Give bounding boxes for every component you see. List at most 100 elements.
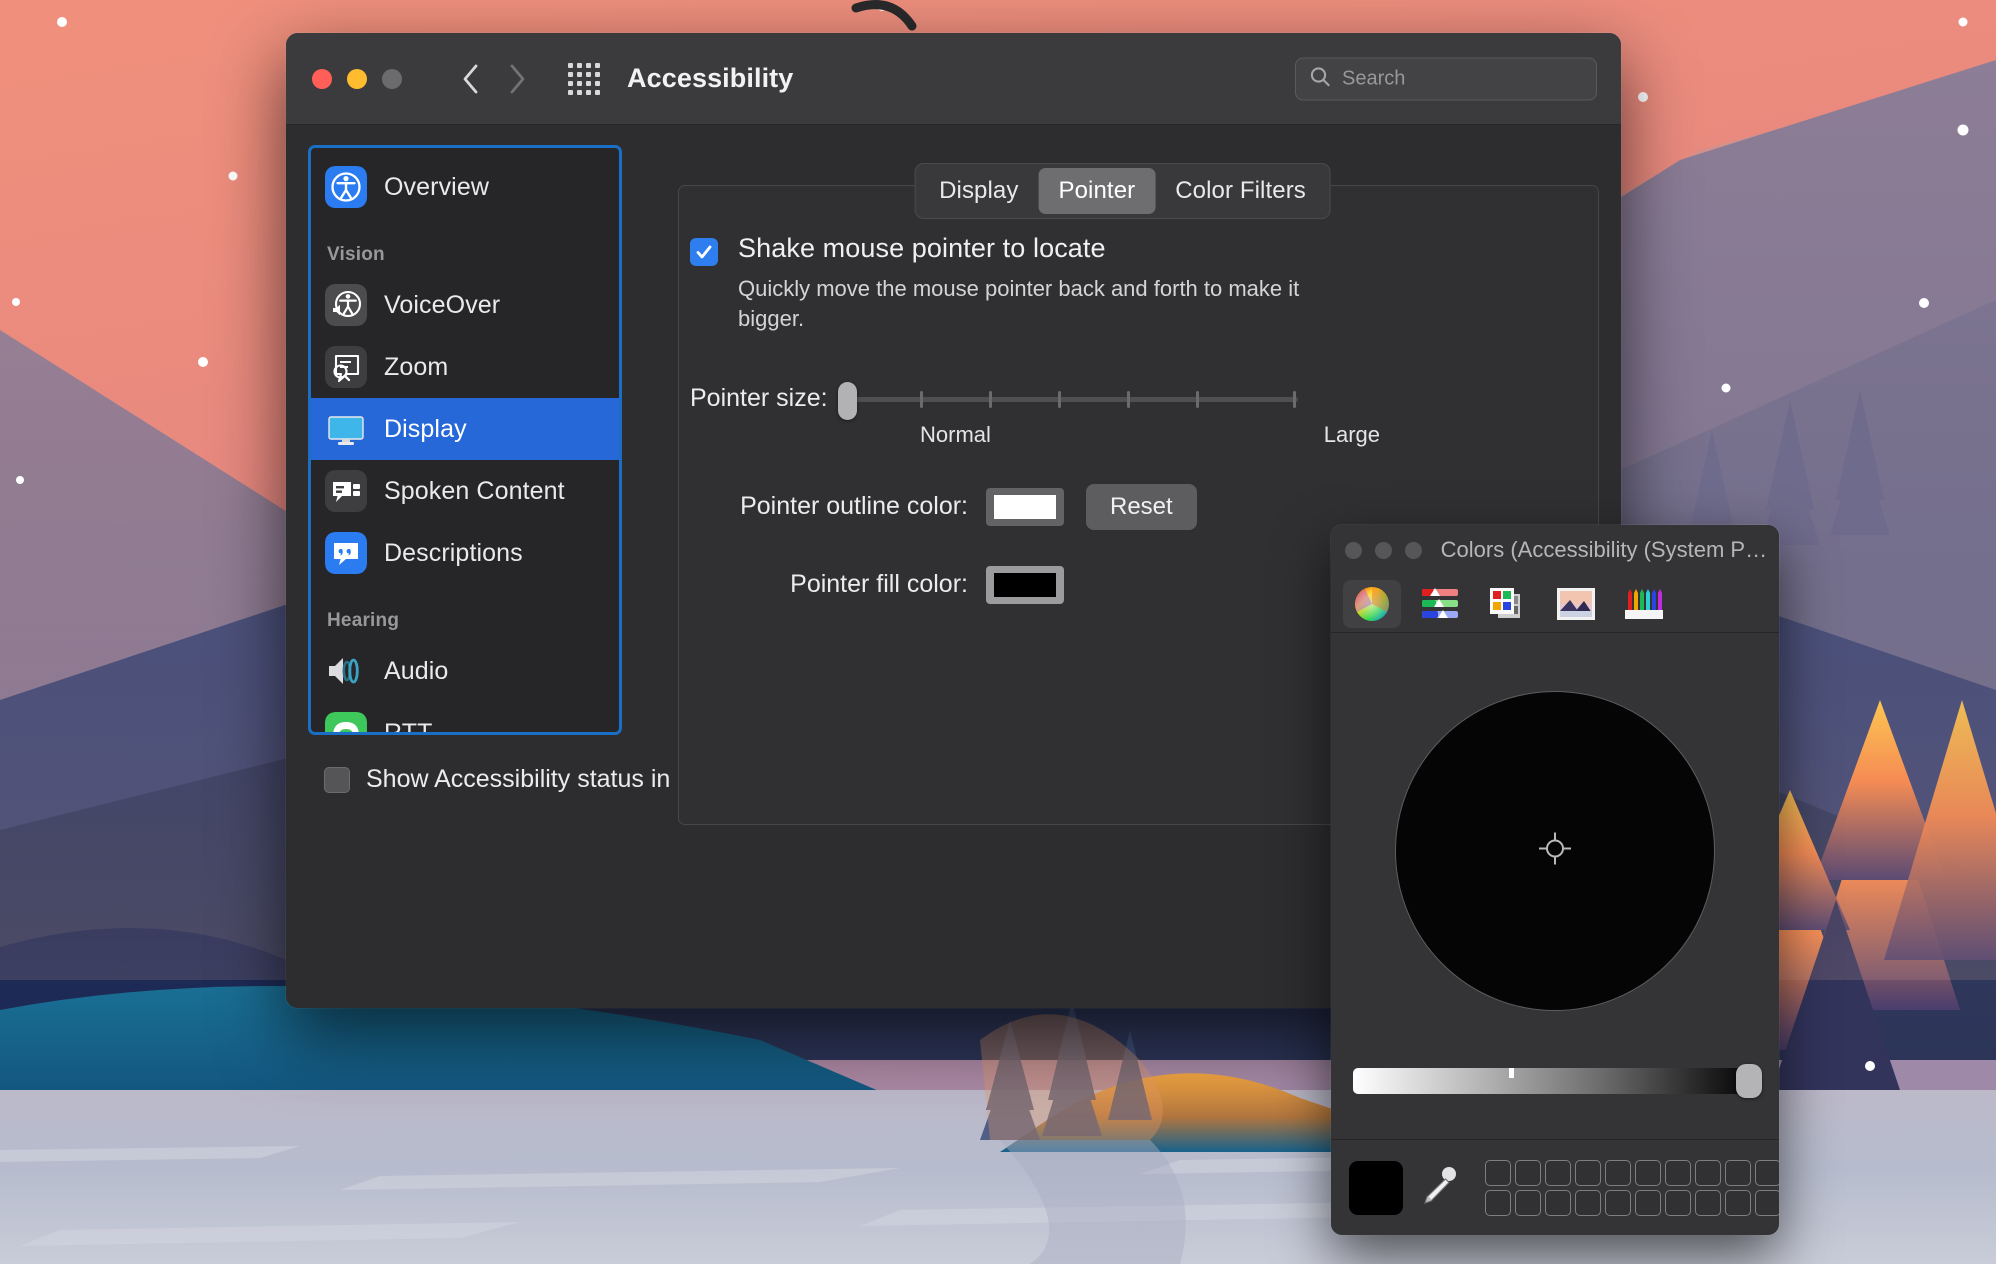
pointer-fill-color-well[interactable] <box>986 566 1064 604</box>
brightness-slider[interactable] <box>1331 1068 1779 1094</box>
swatch-well[interactable] <box>1725 1160 1751 1186</box>
page-title: Accessibility <box>627 63 793 94</box>
colors-panel-title: Colors (Accessibility (System P… <box>1441 537 1765 563</box>
swatch-well[interactable] <box>1575 1160 1601 1186</box>
color-wheel-icon[interactable] <box>1343 580 1401 628</box>
pointer-outline-color-label: Pointer outline color: <box>690 492 968 521</box>
pointer-outline-color-well[interactable] <box>986 488 1064 526</box>
image-palettes-icon[interactable] <box>1547 580 1605 628</box>
colors-zoom-button[interactable] <box>1405 542 1422 559</box>
traffic-light-buttons <box>312 69 402 89</box>
crayons-icon[interactable] <box>1615 580 1673 628</box>
minimize-button[interactable] <box>347 69 367 89</box>
show-accessibility-status-checkbox[interactable] <box>324 767 350 793</box>
sidebar-item-voiceover[interactable]: VoiceOver <box>311 274 619 336</box>
swatch-well[interactable] <box>1635 1160 1661 1186</box>
swatch-well[interactable] <box>1485 1190 1511 1216</box>
forward-chevron-icon[interactable] <box>500 62 534 96</box>
brightness-track[interactable] <box>1353 1068 1757 1094</box>
swatch-well[interactable] <box>1605 1160 1631 1186</box>
sidebar-item-zoom[interactable]: Zoom <box>311 336 619 398</box>
zoom-magnifier-icon <box>325 346 367 388</box>
close-button[interactable] <box>312 69 332 89</box>
spoken-content-icon <box>325 470 367 512</box>
pointer-outline-color-row: Pointer outline color: Reset <box>690 484 1569 530</box>
swatch-well[interactable] <box>1545 1160 1571 1186</box>
slider-tick <box>989 391 992 408</box>
color-swatch-grid[interactable] <box>1485 1160 1779 1216</box>
swatch-well[interactable] <box>1665 1190 1691 1216</box>
sidebar-item-display[interactable]: Display <box>311 398 619 460</box>
fill-color-swatch <box>994 573 1056 597</box>
slider-track <box>838 397 1298 402</box>
color-wheel[interactable] <box>1395 691 1715 1011</box>
slider-tick <box>1058 391 1061 408</box>
slider-thumb[interactable] <box>838 382 857 420</box>
shake-pointer-description: Quickly move the mouse pointer back and … <box>738 274 1358 334</box>
zoom-button <box>382 69 402 89</box>
slider-tick <box>1127 391 1130 408</box>
brightness-thumb[interactable] <box>1736 1064 1762 1098</box>
colors-close-button[interactable] <box>1345 542 1362 559</box>
color-palettes-icon[interactable] <box>1479 580 1537 628</box>
swatch-well[interactable] <box>1725 1190 1751 1216</box>
swatch-well[interactable] <box>1575 1190 1601 1216</box>
swatch-well[interactable] <box>1545 1190 1571 1216</box>
search-placeholder: Search <box>1342 67 1405 90</box>
colors-minimize-button[interactable] <box>1375 542 1392 559</box>
sidebar-item-label: Descriptions <box>384 539 523 568</box>
swatch-well[interactable] <box>1515 1190 1541 1216</box>
voiceover-icon <box>325 284 367 326</box>
swatch-well[interactable] <box>1695 1190 1721 1216</box>
shake-pointer-row[interactable]: Shake mouse pointer to locate <box>690 233 1569 266</box>
slider-max-label: Large <box>1324 422 1380 448</box>
search-field[interactable]: Search <box>1295 57 1597 100</box>
sidebar-item-label: Display <box>384 415 467 444</box>
slider-min-label: Normal <box>920 422 991 448</box>
sidebar-item-rtt[interactable]: RTT <box>311 702 619 735</box>
swatch-well[interactable] <box>1755 1190 1779 1216</box>
slider-tick <box>920 391 923 408</box>
color-swatch-bar <box>1331 1139 1779 1235</box>
pointer-size-label: Pointer size: <box>690 384 828 413</box>
eyedropper-icon[interactable] <box>1417 1163 1461 1212</box>
shake-pointer-label: Shake mouse pointer to locate <box>738 233 1106 264</box>
tab-display[interactable]: Display <box>919 168 1038 214</box>
swatch-well[interactable] <box>1695 1160 1721 1186</box>
swatch-well[interactable] <box>1635 1190 1661 1216</box>
navigation-buttons <box>454 62 534 96</box>
pointer-fill-color-label: Pointer fill color: <box>690 570 968 599</box>
tab-color-filters[interactable]: Color Filters <box>1155 168 1326 214</box>
back-chevron-icon[interactable] <box>454 62 488 96</box>
sidebar-item-descriptions[interactable]: Descriptions <box>311 522 619 584</box>
swatch-well[interactable] <box>1755 1160 1779 1186</box>
reset-button[interactable]: Reset <box>1086 484 1197 530</box>
swatch-well[interactable] <box>1605 1190 1631 1216</box>
sidebar-item-label: Overview <box>384 173 489 202</box>
tab-pointer[interactable]: Pointer <box>1039 168 1156 214</box>
descriptions-icon <box>325 532 367 574</box>
slider-range-labels: Normal Large <box>920 422 1380 448</box>
swatch-well[interactable] <box>1665 1160 1691 1186</box>
sidebar-group-hearing: Hearing <box>311 584 619 640</box>
color-wheel-area[interactable] <box>1331 633 1779 1068</box>
swatch-well[interactable] <box>1485 1160 1511 1186</box>
sidebar-item-audio[interactable]: Audio <box>311 640 619 702</box>
swatch-well[interactable] <box>1515 1160 1541 1186</box>
pointer-size-slider[interactable] <box>838 382 1298 416</box>
audio-speaker-icon <box>325 650 367 692</box>
current-color-preview[interactable] <box>1349 1161 1403 1215</box>
brightness-tick <box>1509 1068 1514 1078</box>
sidebar-item-spoken-content[interactable]: Spoken Content <box>311 460 619 522</box>
accessibility-icon <box>325 166 367 208</box>
show-all-grid-icon[interactable] <box>568 63 597 95</box>
sidebar-group-vision: Vision <box>311 218 619 274</box>
sidebar-item-label: VoiceOver <box>384 291 500 320</box>
shake-pointer-checkbox[interactable] <box>690 238 718 266</box>
tab-bar: Display Pointer Color Filters <box>914 163 1331 219</box>
crosshair-marker <box>1537 830 1573 871</box>
sidebar-item-label: Spoken Content <box>384 477 565 506</box>
sidebar-item-overview[interactable]: Overview <box>311 156 619 218</box>
sidebar-item-label: RTT <box>384 719 432 736</box>
color-sliders-icon[interactable] <box>1411 580 1469 628</box>
